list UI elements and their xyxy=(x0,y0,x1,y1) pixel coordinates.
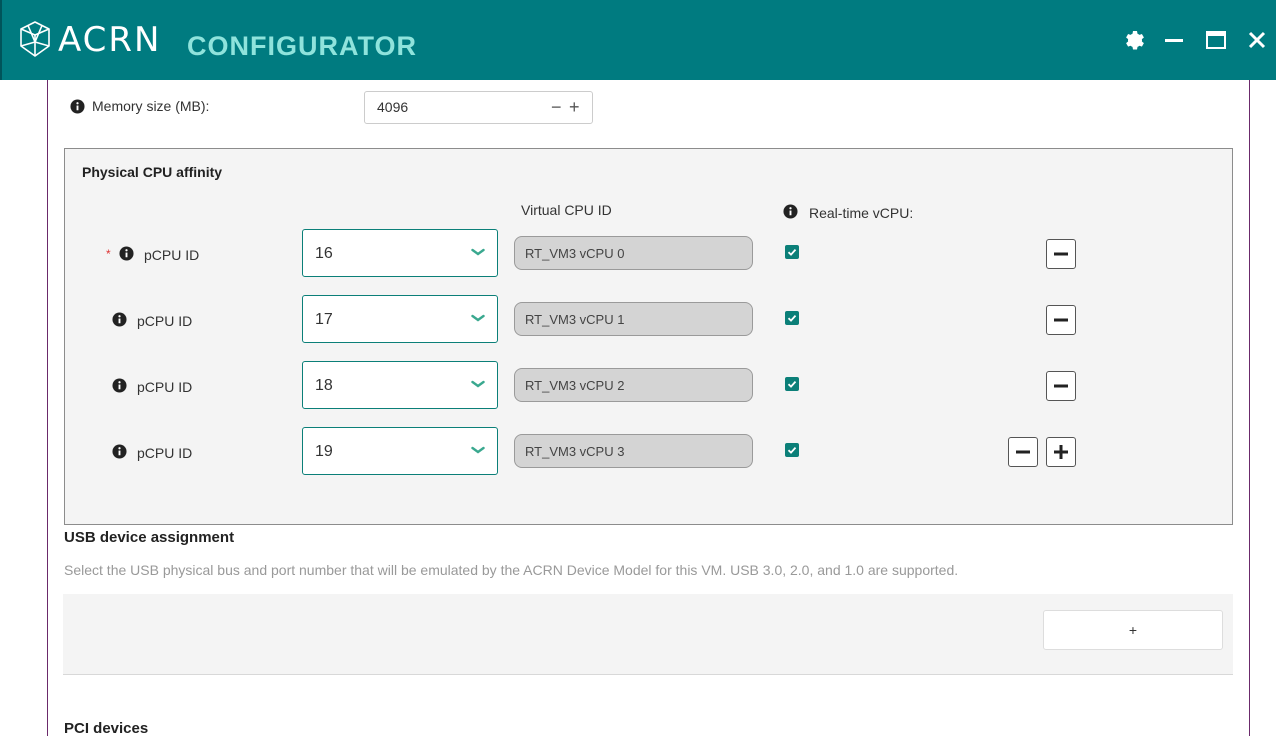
realtime-checkbox[interactable] xyxy=(785,311,799,325)
info-icon[interactable] xyxy=(112,378,127,393)
check-icon xyxy=(787,314,797,322)
pcpu-id-select[interactable]: 16 xyxy=(302,229,498,277)
realtime-checkbox[interactable] xyxy=(785,443,799,457)
vcpu-id-value: RT_VM3 vCPU 1 xyxy=(525,312,625,327)
acrn-logo-icon xyxy=(20,21,50,57)
add-row-button[interactable] xyxy=(1046,437,1076,467)
pcpu-id-label: pCPU ID xyxy=(137,313,193,329)
vcpu-id-field: RT_VM3 vCPU 1 xyxy=(514,302,753,336)
pcpu-id-value: 17 xyxy=(315,311,333,328)
maximize-icon[interactable] xyxy=(1204,28,1228,52)
cpu-affinity-row: pCPU ID 19 RT_VM3 vCPU 3 xyxy=(65,427,1232,475)
info-icon[interactable] xyxy=(70,99,85,114)
chevron-down-icon xyxy=(471,314,485,322)
minus-icon xyxy=(1054,252,1068,256)
minus-icon xyxy=(1054,318,1068,322)
plus-icon xyxy=(1054,445,1068,459)
cpu-affinity-panel: Physical CPU affinity Virtual CPU ID Rea… xyxy=(64,148,1233,525)
chevron-down-icon xyxy=(471,380,485,388)
usb-section-title: USB device assignment xyxy=(64,529,235,546)
memory-size-value[interactable]: 4096 xyxy=(377,99,408,115)
check-icon xyxy=(787,446,797,454)
minimize-icon[interactable] xyxy=(1162,28,1186,52)
vcpu-id-value: RT_VM3 vCPU 2 xyxy=(525,378,625,393)
chevron-down-icon xyxy=(471,446,485,454)
usb-device-list: + xyxy=(63,594,1233,675)
product-name: CONFIGURATOR xyxy=(187,31,417,61)
vcpu-id-value: RT_VM3 vCPU 3 xyxy=(525,444,625,459)
cpu-affinity-title: Physical CPU affinity xyxy=(82,164,223,180)
pcpu-id-value: 19 xyxy=(315,443,333,460)
info-icon[interactable] xyxy=(119,246,134,261)
cpu-affinity-row: pCPU ID 18 RT_VM3 vCPU 2 xyxy=(65,361,1232,409)
pcpu-id-label: pCPU ID xyxy=(137,445,193,461)
cpu-affinity-row: * pCPU ID 16 RT_VM3 vCPU 0 xyxy=(65,229,1232,277)
vcpu-id-field: RT_VM3 vCPU 3 xyxy=(514,434,753,468)
check-icon xyxy=(787,380,797,388)
vcpu-id-field: RT_VM3 vCPU 0 xyxy=(514,236,753,270)
realtime-checkbox[interactable] xyxy=(785,245,799,259)
vcpu-id-field: RT_VM3 vCPU 2 xyxy=(514,368,753,402)
cpu-affinity-row: pCPU ID 17 RT_VM3 vCPU 1 xyxy=(65,295,1232,343)
pcpu-id-select[interactable]: 17 xyxy=(302,295,498,343)
minus-icon xyxy=(1016,450,1030,454)
memory-decrement-button[interactable]: − xyxy=(551,97,562,118)
minus-icon xyxy=(1054,384,1068,388)
vcpu-id-value: RT_VM3 vCPU 0 xyxy=(525,246,625,261)
pcpu-id-value: 18 xyxy=(315,377,333,394)
info-icon[interactable] xyxy=(112,444,127,459)
realtime-vcpu-header: Real-time vCPU: xyxy=(809,205,914,221)
pci-section-title: PCI devices xyxy=(64,720,149,737)
info-icon[interactable] xyxy=(783,204,798,219)
info-icon[interactable] xyxy=(112,312,127,327)
pcpu-id-select[interactable]: 18 xyxy=(302,361,498,409)
usb-section-description: Select the USB physical bus and port num… xyxy=(64,562,959,578)
remove-row-button[interactable] xyxy=(1008,437,1038,467)
check-icon xyxy=(787,248,797,256)
chevron-down-icon xyxy=(471,248,485,256)
brand-name: ACRN xyxy=(58,20,162,60)
title-bar: ACRN CONFIGURATOR xyxy=(0,0,1276,80)
virtual-cpu-id-header: Virtual CPU ID xyxy=(521,202,612,218)
pcpu-id-label: pCPU ID xyxy=(144,247,200,263)
gear-icon[interactable] xyxy=(1121,28,1145,52)
remove-row-button[interactable] xyxy=(1046,305,1076,335)
pcpu-id-label: pCPU ID xyxy=(137,379,193,395)
pcpu-id-select[interactable]: 19 xyxy=(302,427,498,475)
required-marker: * xyxy=(106,247,111,261)
remove-row-button[interactable] xyxy=(1046,371,1076,401)
realtime-checkbox[interactable] xyxy=(785,377,799,391)
memory-size-input[interactable]: 4096 − + xyxy=(364,91,593,124)
pcpu-id-value: 16 xyxy=(315,245,333,262)
add-usb-device-button[interactable]: + xyxy=(1043,610,1223,650)
memory-size-label: Memory size (MB): xyxy=(92,98,210,114)
memory-increment-button[interactable]: + xyxy=(569,97,580,118)
close-icon[interactable] xyxy=(1245,28,1269,52)
remove-row-button[interactable] xyxy=(1046,239,1076,269)
